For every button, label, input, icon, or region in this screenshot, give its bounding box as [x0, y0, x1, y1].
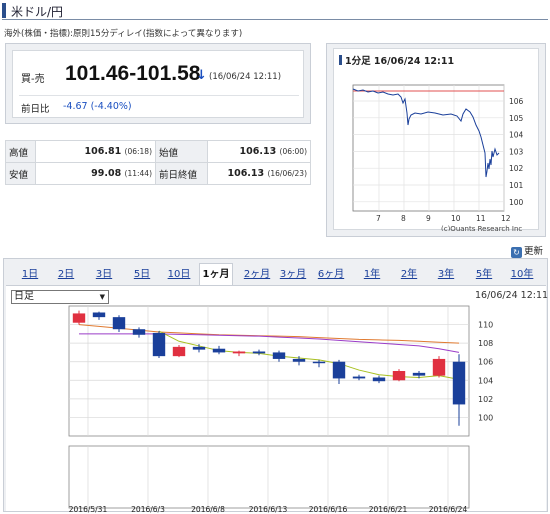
candle-body	[452, 361, 466, 405]
candle-body	[192, 346, 206, 350]
volume-plot-frame	[68, 445, 470, 509]
x-axis-label: 2016/6/13	[249, 505, 288, 514]
y-axis-tick: 110	[478, 321, 493, 330]
x-axis-label: 2016/6/8	[191, 505, 225, 514]
candle-body	[292, 358, 306, 362]
y-axis-tick: 108	[478, 339, 493, 348]
y-axis-tick: 102	[478, 395, 493, 404]
candle-body	[172, 346, 186, 357]
candle-body	[332, 361, 346, 379]
candle-body	[312, 361, 326, 364]
candle-body	[252, 351, 266, 354]
candlestick-chart: 100 102 104 106 108 110 2016/5/31 2016/6/3 2016/…	[68, 305, 493, 514]
x-axis-label: 2016/6/16	[309, 505, 348, 514]
y-axis-tick: 106	[478, 358, 493, 367]
candle-body	[72, 313, 86, 323]
y-axis-tick: 104	[478, 376, 493, 385]
candle-body	[212, 348, 226, 353]
candle-body	[432, 358, 446, 376]
candle-body	[372, 377, 386, 382]
candle-body	[232, 351, 246, 354]
candle-body	[352, 376, 366, 379]
candle-body	[152, 332, 166, 357]
candle-body	[132, 329, 146, 335]
candle-body	[412, 372, 426, 376]
x-axis-label: 2016/6/24	[429, 505, 468, 514]
candle-body	[272, 352, 286, 359]
x-axis-label: 2016/6/3	[131, 505, 165, 514]
candle-body	[112, 317, 126, 330]
y-axis-tick: 100	[478, 413, 493, 422]
candle-body	[392, 371, 406, 381]
x-axis-label: 2016/6/21	[369, 505, 408, 514]
price-plot-frame	[68, 305, 470, 437]
x-axis-label: 2016/5/31	[69, 505, 108, 514]
candle-body	[92, 312, 106, 318]
